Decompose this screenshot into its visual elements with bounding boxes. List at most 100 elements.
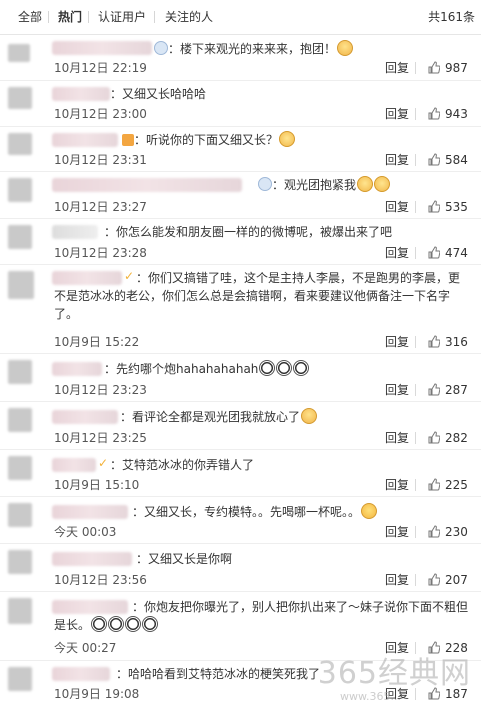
- avatar[interactable]: [8, 598, 32, 624]
- username-blurred[interactable]: [52, 410, 118, 424]
- reply-button[interactable]: 回复: [385, 246, 409, 260]
- thumbs-up-icon[interactable]: [428, 200, 440, 213]
- comment-item: ：听说你的下面又细又长？ 10月12日 23:31 回复 584: [0, 127, 481, 172]
- avatar[interactable]: [8, 87, 32, 109]
- username-blurred[interactable]: [52, 667, 110, 681]
- username-blurred[interactable]: [52, 505, 128, 519]
- like-count: 943: [445, 107, 468, 121]
- verified-badge-icon: ✓: [98, 456, 109, 470]
- action-divider: [415, 479, 416, 491]
- reply-button[interactable]: 回复: [385, 61, 409, 75]
- comment-time: 10月9日 15:22: [54, 335, 140, 349]
- comment-time: 今天 00:03: [54, 525, 117, 539]
- username-blurred[interactable]: [52, 178, 242, 192]
- comment-time: 今天 00:27: [54, 641, 117, 655]
- avatar[interactable]: [8, 133, 32, 155]
- reply-button[interactable]: 回复: [385, 431, 409, 445]
- panda-emoji-icon: [91, 616, 108, 632]
- avatar[interactable]: [8, 503, 32, 527]
- avatar[interactable]: [8, 271, 34, 299]
- username-blurred[interactable]: [52, 41, 152, 55]
- thumbs-up-icon[interactable]: [428, 431, 440, 444]
- pray-emoji-icon: [337, 40, 354, 56]
- comment-text: ：你怎么能发和朋友圈一样的的微博呢，被爆出来了吧: [104, 225, 393, 239]
- avatar[interactable]: [8, 44, 30, 62]
- thumbs-up-icon[interactable]: [428, 153, 440, 166]
- thumbs-up-icon[interactable]: [428, 335, 440, 348]
- comment-text: ：听说你的下面又细又长？: [122, 131, 296, 149]
- cat-emoji-icon: [374, 176, 391, 192]
- username-blurred[interactable]: [52, 133, 118, 147]
- avatar[interactable]: [8, 456, 32, 480]
- action-divider: [415, 154, 416, 166]
- comment-item: ：又细又长哈哈哈 10月12日 23:00 回复 943: [0, 81, 481, 127]
- comment-text: ：又细又长是你啊: [136, 552, 233, 566]
- reply-button[interactable]: 回复: [385, 153, 409, 167]
- reply-button[interactable]: 回复: [385, 107, 409, 121]
- panda-emoji-icon: [108, 616, 125, 632]
- comment-time: 10月9日 15:10: [54, 478, 140, 492]
- avatar[interactable]: [8, 178, 32, 202]
- reply-button[interactable]: 回复: [385, 335, 409, 349]
- comment-item: ：又细又长是你啊 10月12日 23:56 回复 207: [0, 544, 481, 592]
- reply-button[interactable]: 回复: [385, 478, 409, 492]
- username-blurred[interactable]: [52, 87, 110, 101]
- comment-text: ：看评论全都是观光团我就放心了: [120, 408, 318, 426]
- comment-item: ：观光团抱紧我 10月12日 23:27 回复 535: [0, 172, 481, 219]
- username-blurred[interactable]: [52, 458, 96, 472]
- like-count: 287: [445, 383, 468, 397]
- username-blurred[interactable]: [52, 362, 102, 376]
- panda-emoji-icon: [259, 360, 276, 376]
- panda-emoji-icon: [293, 360, 310, 376]
- comment-text: ：又细又长哈哈哈: [110, 87, 207, 101]
- comment-time: 10月12日 23:00: [54, 107, 147, 121]
- action-divider: [415, 108, 416, 120]
- tab-divider: [154, 11, 155, 23]
- comment-text: ：又细又长，专约模特。。先喝哪一杯呢。。: [132, 503, 378, 521]
- comment-time: 10月12日 23:23: [54, 383, 147, 397]
- comment-time: 10月12日 23:27: [54, 200, 147, 214]
- tab-hot[interactable]: 热门: [58, 10, 82, 24]
- thumbs-up-icon[interactable]: [428, 246, 440, 259]
- username-blurred[interactable]: [52, 552, 132, 566]
- thumbs-up-icon[interactable]: [428, 478, 440, 491]
- comment-text: ：艾特范冰冰的你弄错人了: [110, 458, 255, 472]
- tab-verified[interactable]: 认证用户: [98, 10, 146, 24]
- tab-following[interactable]: 关注的人: [165, 10, 213, 24]
- tab-all[interactable]: 全部: [18, 10, 42, 24]
- thumbs-up-icon[interactable]: [428, 383, 440, 396]
- badge-icon: [154, 41, 168, 55]
- avatar[interactable]: [8, 667, 32, 691]
- reply-button[interactable]: 回复: [385, 200, 409, 214]
- like-count: 225: [445, 478, 468, 492]
- like-count: 207: [445, 573, 468, 587]
- thumbs-up-icon[interactable]: [428, 525, 440, 538]
- action-divider: [415, 62, 416, 74]
- comment-text: ：你们又搞错了哇，这个是主持人李晨，不是跑男的李晨，更不是范冰冰的老公，你们怎么…: [54, 271, 461, 321]
- comment-item: ：你怎么能发和朋友圈一样的的微博呢，被爆出来了吧 10月12日 23:28 回复…: [0, 219, 481, 265]
- comment-text: ：你炮友把你曝光了，别人把你扒出来了～妹子说你下面不粗但是长。: [54, 600, 469, 632]
- comment-item: ✓ ：艾特范冰冰的你弄错人了 10月9日 15:10 回复 225: [0, 450, 481, 497]
- like-count: 987: [445, 61, 468, 75]
- watermark-url: www.365...: [340, 690, 401, 703]
- like-count: 584: [445, 153, 468, 167]
- avatar[interactable]: [8, 550, 32, 574]
- comment-total-count: 共161条: [428, 10, 475, 24]
- action-divider: [415, 201, 416, 213]
- avatar[interactable]: [8, 225, 32, 249]
- cat-emoji-icon: [279, 131, 296, 147]
- avatar[interactable]: [8, 360, 32, 384]
- avatar[interactable]: [8, 408, 32, 432]
- comment-time: 10月12日 23:28: [54, 246, 147, 260]
- username-blurred[interactable]: [52, 225, 98, 239]
- comment-item: ：楼下来观光的来来来，抱团！ 10月12日 22:19 回复 987: [0, 36, 481, 81]
- pray-emoji-icon: [301, 408, 318, 424]
- reply-button[interactable]: 回复: [385, 383, 409, 397]
- action-divider: [415, 336, 416, 348]
- thumbs-up-icon[interactable]: [428, 573, 440, 586]
- reply-button[interactable]: 回复: [385, 573, 409, 587]
- comment-time: 10月12日 23:31: [54, 153, 147, 167]
- thumbs-up-icon[interactable]: [428, 61, 440, 74]
- thumbs-up-icon[interactable]: [428, 107, 440, 120]
- reply-button[interactable]: 回复: [385, 525, 409, 539]
